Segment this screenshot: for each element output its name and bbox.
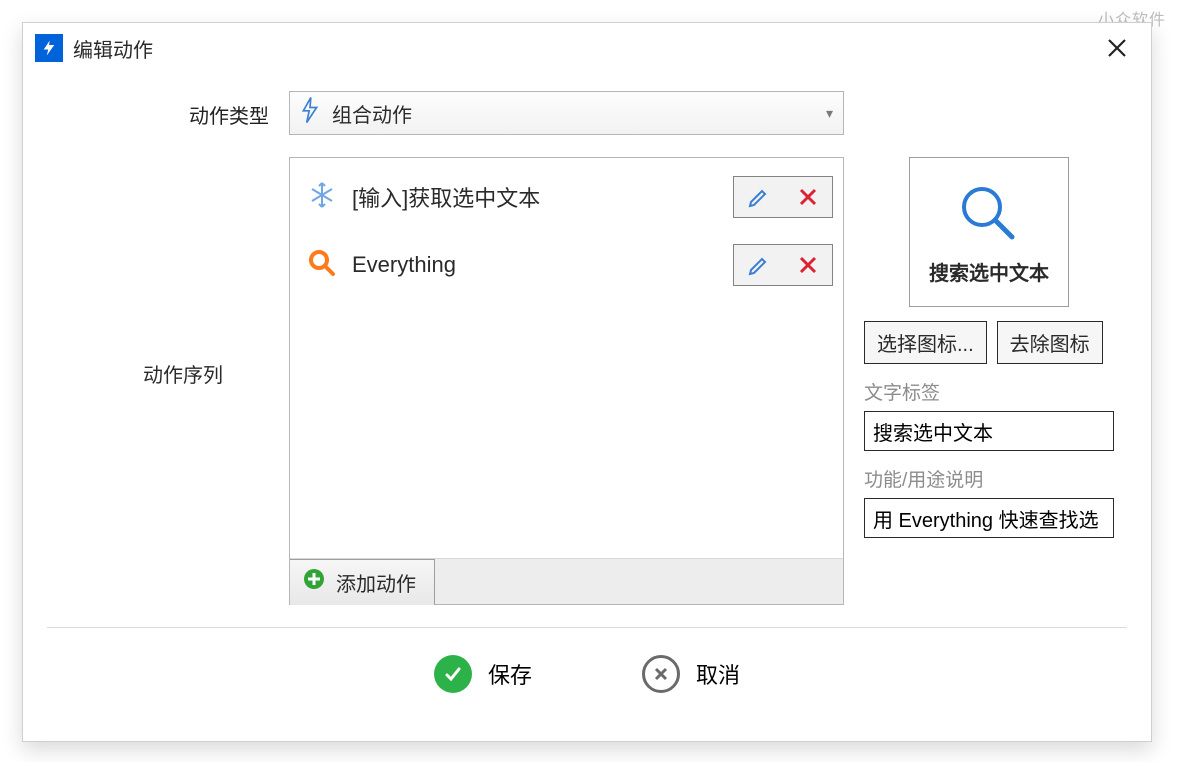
- x-circle-icon: [642, 655, 680, 693]
- check-circle-icon: [434, 655, 472, 693]
- edit-action-dialog: 编辑动作 动作类型 组合动作 ▾: [22, 22, 1152, 742]
- save-button[interactable]: 保存: [434, 655, 532, 693]
- cancel-label: 取消: [696, 658, 740, 690]
- close-button[interactable]: [1093, 28, 1141, 68]
- text-label-caption: 文字标签: [864, 378, 1114, 405]
- sequence-item[interactable]: Everything: [290, 236, 843, 294]
- action-sequence-label: 动作序列: [143, 359, 223, 388]
- dialog-title: 编辑动作: [73, 34, 153, 63]
- search-icon: [954, 179, 1024, 249]
- chevron-down-icon: ▾: [826, 105, 833, 122]
- preview-text: 搜索选中文本: [929, 257, 1049, 286]
- titlebar: 编辑动作: [23, 23, 1151, 73]
- action-type-label: 动作类型: [47, 91, 289, 137]
- magnifier-icon: [306, 247, 338, 284]
- save-label: 保存: [488, 658, 532, 690]
- add-action-button[interactable]: 添加动作: [290, 559, 435, 605]
- remove-icon-button[interactable]: 去除图标: [997, 321, 1103, 364]
- app-icon: [35, 34, 63, 62]
- side-panel: 搜索选中文本 选择图标... 去除图标 文字标签 功能/用途说明: [844, 157, 1114, 605]
- sequence-item[interactable]: [输入]获取选中文本: [290, 168, 843, 226]
- text-label-input[interactable]: [864, 411, 1114, 451]
- sequence-item-label: [输入]获取选中文本: [352, 181, 733, 213]
- icon-preview: 搜索选中文本: [909, 157, 1069, 307]
- plus-circle-icon: [302, 567, 326, 597]
- snowflake-icon: [306, 179, 338, 216]
- dialog-footer: 保存 取消: [47, 628, 1127, 720]
- action-sequence-panel: [输入]获取选中文本: [289, 157, 844, 605]
- description-input[interactable]: [864, 498, 1114, 538]
- sequence-item-label: Everything: [352, 252, 733, 278]
- description-caption: 功能/用途说明: [864, 465, 1114, 492]
- add-action-label: 添加动作: [336, 568, 416, 597]
- cancel-button[interactable]: 取消: [642, 655, 740, 693]
- edit-item-button[interactable]: [733, 244, 783, 286]
- choose-icon-button[interactable]: 选择图标...: [864, 321, 987, 364]
- delete-item-button[interactable]: [783, 244, 833, 286]
- delete-item-button[interactable]: [783, 176, 833, 218]
- action-type-value: 组合动作: [332, 99, 412, 128]
- action-type-dropdown[interactable]: 组合动作 ▾: [289, 91, 844, 135]
- bolt-icon: [300, 97, 320, 129]
- edit-item-button[interactable]: [733, 176, 783, 218]
